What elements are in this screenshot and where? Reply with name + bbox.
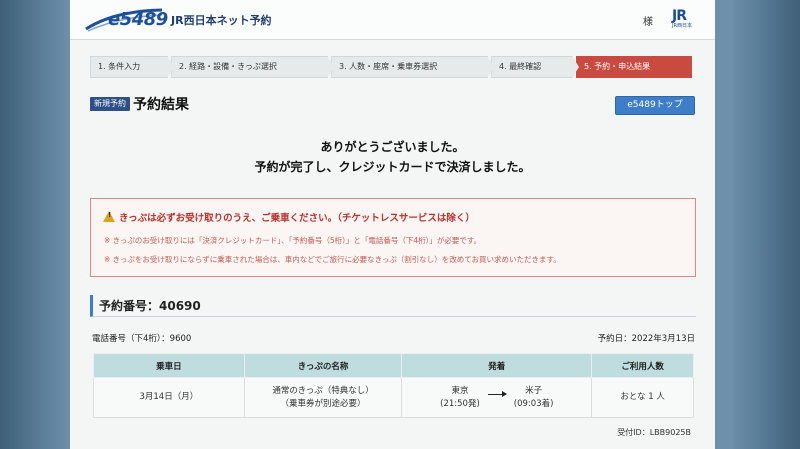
site-name: JR西日本ネット予約 — [171, 14, 272, 27]
warning-heading: きっぷは必ずお受け取りのうえ、ご乗車ください。（チケットレスサービスは除く） — [103, 210, 475, 224]
destination: 米子 (09:03着) — [514, 385, 554, 411]
destination-station: 米子 — [525, 385, 543, 396]
jr-logo-sub: JR西日本 — [672, 23, 692, 29]
cell-boarding-date: 3月14日（月） — [93, 377, 245, 418]
ticket-name-line2: （乗車券が別途必要） — [280, 398, 366, 409]
header-ticket-name: きっぷの名称 — [243, 353, 403, 378]
arrow-right-icon — [487, 391, 507, 397]
ticket-pickup-warning: きっぷは必ずお受け取りのうえ、ご乗車ください。（チケットレスサービスは除く） !… — [90, 198, 696, 277]
warning-exclamation-icon: ! — [108, 211, 112, 219]
step-passenger-seat: 3. 人数・座席・乗車券選択 — [331, 56, 494, 78]
site-header: e5489 JR西日本ネット予約 様 JR JR西日本 — [70, 0, 715, 40]
jr-west-logo: JR JR西日本 — [672, 8, 702, 32]
header-passengers: ご利用人数 — [591, 353, 694, 378]
table-header-row: 乗車日 きっぷの名称 発着 ご利用人数 — [93, 353, 694, 378]
thanks-message: ありがとうございました。 — [320, 140, 465, 154]
step-final-confirm: 4. 最終確認 — [491, 56, 579, 78]
ticket-name-line1: 通常のきっぷ（特典なし） — [272, 385, 374, 396]
reservation-page: e5489 JR西日本ネット予約 様 JR JR西日本 1. 条件入力 2. 経… — [70, 0, 715, 449]
warning-note-2: ※ きっぷをお受け取りにならずに乗車された場合は、車内などでご旅行に必要なきっぷ… — [104, 255, 561, 264]
warning-note-1: ※ きっぷのお受け取りには「決済クレジットカード」、「予約番号（5桁）」と「電話… — [104, 236, 482, 245]
reservation-number-bar: 予約番号：40690 — [90, 295, 696, 317]
user-suffix: 様 — [643, 17, 653, 28]
reservation-date: 予約日：2022年3月13日 — [597, 334, 695, 344]
cell-ticket-name: 通常のきっぷ（特典なし） （乗車券が別途必要） — [243, 377, 403, 418]
warning-heading-text: きっぷは必ずお受け取りのうえ、ご乗車ください。（チケットレスサービスは除く） — [119, 213, 475, 224]
e5489-top-button[interactable]: e5489トップ — [615, 96, 695, 115]
header-departure-arrival: 発着 — [401, 353, 593, 378]
receipt-id: 受付ID：LBB9025B — [617, 428, 691, 437]
departure-time: (21:50発) — [440, 398, 480, 409]
arrival-time: (09:03着) — [513, 398, 554, 409]
progress-steps: 1. 条件入力 2. 経路・設備・きっぷ選択 3. 人数・座席・乗車券選択 4.… — [90, 56, 696, 78]
origin-destination: 東京 (21:50発) 米子 (09:03着) — [402, 385, 591, 411]
step-result: 5. 予約・申込結果 — [576, 56, 692, 78]
logo-text: e5489 — [108, 9, 168, 30]
cell-passengers: おとな 1 人 — [591, 377, 694, 418]
ticket-table: 乗車日 きっぷの名称 発着 ご利用人数 3月14日（月） 通常のきっぷ（特典なし… — [93, 353, 694, 418]
origin: 東京 (21:50発) — [440, 385, 480, 411]
new-reservation-badge: 新規予約 — [90, 97, 130, 111]
step-condition-input: 1. 条件入力 — [90, 56, 174, 78]
header-boarding-date: 乗車日 — [93, 353, 245, 378]
e5489-logo[interactable]: e5489 — [84, 7, 168, 33]
phone-last4: 電話番号（下4桁）：9600 — [92, 334, 192, 344]
table-row: 3月14日（月） 通常のきっぷ（特典なし） （乗車券が別途必要） 東京 (21:… — [93, 377, 694, 418]
cell-departure-arrival: 東京 (21:50発) 米子 (09:03着) — [401, 377, 593, 418]
completion-message: 予約が完了し、クレジットカードで決済しました。 — [254, 160, 531, 174]
step-route-selection: 2. 経路・設備・きっぷ選択 — [171, 56, 334, 78]
reservation-number: 予約番号：40690 — [99, 299, 201, 313]
origin-station: 東京 — [451, 385, 469, 396]
page-title: 予約結果 — [133, 97, 189, 113]
